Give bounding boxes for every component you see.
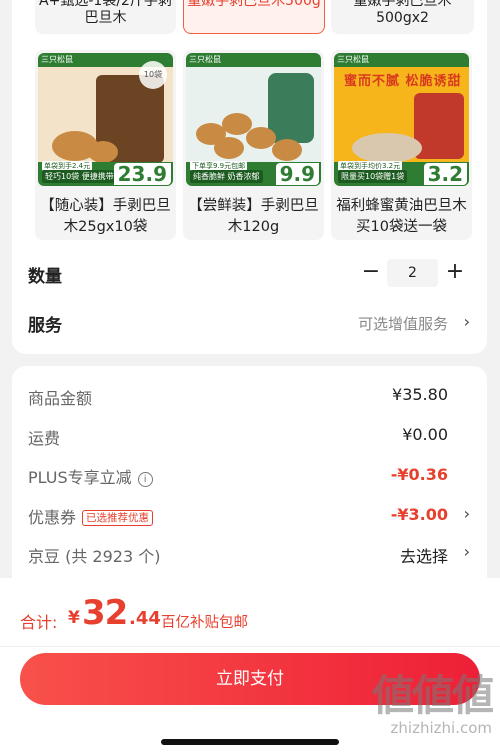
variant-name: 【尝鲜装】手剥巴旦木120g: [188, 198, 319, 235]
jingdou-label: 京豆 (共 2923 个): [28, 547, 161, 566]
total-note: 百亿补贴包邮: [161, 615, 248, 631]
variant-name: 福利蜂蜜黄油巴旦木买10袋送一袋: [336, 198, 467, 235]
chevron-right-icon[interactable]: ›: [464, 542, 470, 561]
watermark-url: zhizhizhi.com: [390, 719, 492, 737]
chevron-right-icon[interactable]: ›: [464, 504, 470, 523]
total-currency: ¥: [68, 608, 80, 628]
goods-amount-value: ¥35.80: [392, 385, 448, 404]
almond-graphic: [246, 127, 276, 149]
price-badge: 9.9: [275, 163, 319, 185]
variant-label: A+甄选-1袋/2斤手剥巴旦木: [39, 0, 172, 26]
goods-amount-label: 商品金额: [28, 389, 93, 408]
quantity-label: 数量: [28, 267, 62, 287]
brand-tag: 三只松鼠: [41, 55, 73, 64]
price-badge: 3.2: [423, 163, 467, 185]
coupon-tag: 已选推荐优惠: [82, 510, 154, 526]
total-integer: 32: [82, 593, 128, 633]
watermark-logo: 値値値: [371, 671, 494, 720]
total-label: 合计:: [20, 613, 58, 632]
price-badge: 23.9: [113, 163, 171, 185]
service-selector[interactable]: 可选增值服务: [358, 313, 448, 334]
checkout-bar: 合计: ¥ 32 .44 百亿补贴包邮 立即支付 値値値 zhizhizhi.c…: [0, 578, 500, 756]
variant-option-1[interactable]: 三只松鼠 10袋 单袋到手2.4元 轻巧10袋 便捷携带 23.9 【随心装】手…: [35, 50, 176, 240]
variant-option-prev-3[interactable]: 童嫩手剥巴旦木500gx2: [331, 0, 474, 34]
promo-text: 纯香脆鲜 奶香浓郁: [190, 170, 263, 183]
jingdou-select[interactable]: 去选择: [400, 543, 448, 567]
product-image: 三只松鼠 10袋 单袋到手2.4元 轻巧10袋 便捷携带 23.9: [38, 53, 173, 186]
plus-discount-value: -¥0.36: [390, 465, 448, 484]
pack-count-badge: 10袋: [139, 61, 167, 89]
variant-name: 【随心装】手剥巴旦木25gx10袋: [40, 198, 171, 235]
product-image: 三只松鼠 下单享9.9元包邮 纯香脆鲜 奶香浓郁 9.9: [186, 53, 321, 186]
package-graphic: [268, 73, 314, 143]
quantity-increase-button[interactable]: +: [444, 259, 466, 285]
divider: [0, 646, 500, 647]
shipping-label: 运费: [28, 429, 61, 448]
promo-text: 轻巧10袋 便捷携带: [42, 170, 117, 183]
total-decimal: .44: [129, 608, 161, 629]
quantity-decrease-button[interactable]: −: [360, 259, 382, 285]
variant-option-selected[interactable]: 童嫩手剥巴旦木500g: [183, 0, 325, 34]
coupon-label: 优惠券: [28, 508, 77, 527]
variant-option-2[interactable]: 三只松鼠 下单享9.9元包邮 纯香脆鲜 奶香浓郁 9.9 【尝鲜装】手剥巴旦木1…: [183, 50, 324, 240]
almond-graphic: [272, 139, 302, 161]
shipping-value: ¥0.00: [402, 425, 448, 444]
info-icon[interactable]: i: [137, 472, 153, 487]
almond-graphic: [88, 141, 118, 163]
quantity-input[interactable]: 2: [387, 259, 438, 287]
promo-text: 限量买10袋赠1袋: [338, 170, 408, 183]
product-headline: 蜜而不腻 松脆诱甜: [344, 74, 462, 89]
coupon-row[interactable]: 优惠券 已选推荐优惠: [28, 504, 154, 528]
variant-label: 童嫩手剥巴旦木500gx2: [353, 0, 452, 26]
almond-bowl-graphic: [352, 133, 422, 163]
variant-label: 童嫩手剥巴旦木500g: [187, 0, 321, 9]
watermark: 値値値 zhizhizhi.com: [371, 671, 494, 738]
almond-graphic: [214, 137, 244, 159]
chevron-right-icon[interactable]: ›: [464, 312, 470, 331]
plus-discount-row: PLUS专享立减 i: [28, 464, 153, 488]
service-label: 服务: [28, 316, 62, 336]
brand-tag: 三只松鼠: [337, 55, 369, 64]
brand-tag: 三只松鼠: [189, 55, 221, 64]
plus-discount-label: PLUS专享立减: [28, 468, 132, 487]
coupon-value[interactable]: -¥3.00: [391, 505, 448, 524]
product-image: 三只松鼠 蜜而不腻 松脆诱甜 单袋到手均价3.2元 限量买10袋赠1袋 3.2: [334, 53, 469, 186]
variant-option-3[interactable]: 三只松鼠 蜜而不腻 松脆诱甜 单袋到手均价3.2元 限量买10袋赠1袋 3.2 …: [331, 50, 472, 240]
variant-option-prev-1[interactable]: A+甄选-1袋/2斤手剥巴旦木: [35, 0, 176, 34]
home-indicator[interactable]: [161, 739, 339, 745]
